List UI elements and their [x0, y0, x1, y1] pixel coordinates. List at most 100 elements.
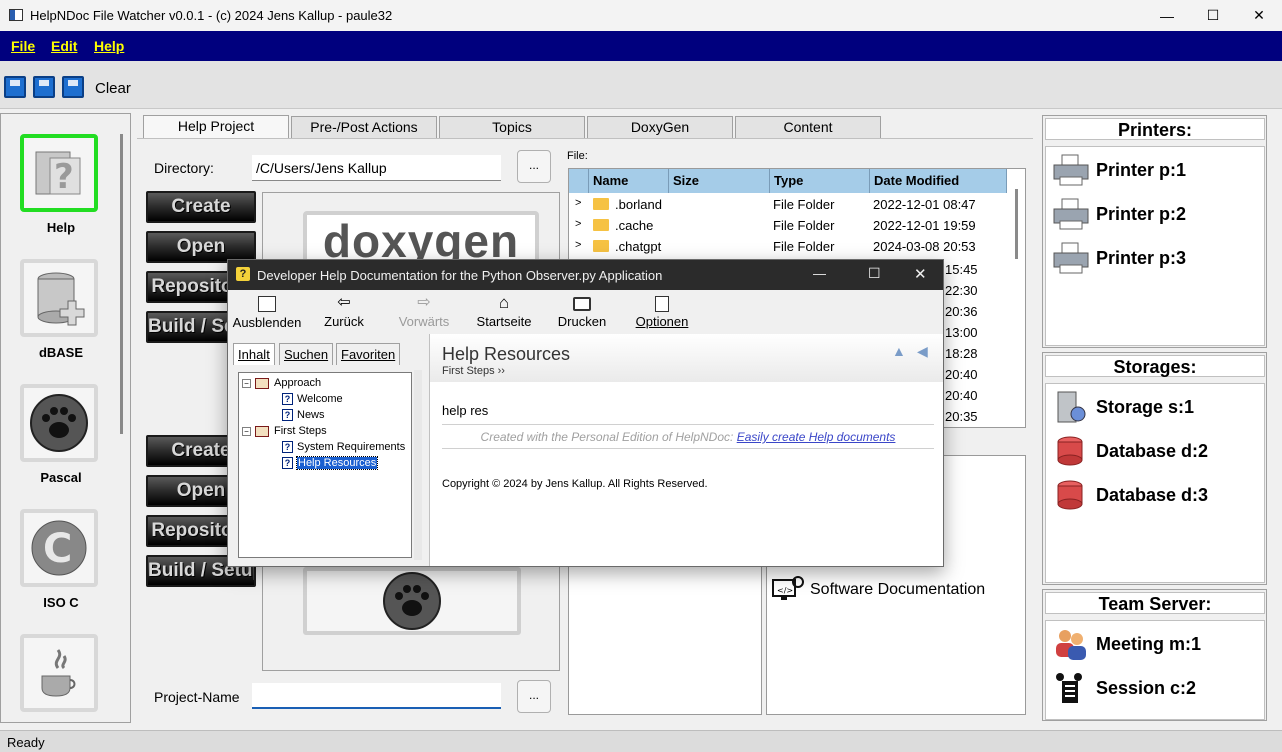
printer-item[interactable]: Printer p:2 [1052, 197, 1186, 231]
tab-contents[interactable]: Inhalt [233, 343, 275, 365]
home-icon: ⌂ [498, 293, 510, 312]
project-name-browse-button[interactable]: ... [517, 680, 551, 713]
title-bar: HelpNDoc File Watcher v0.0.1 - (c) 2024 … [0, 0, 1282, 31]
create-button-top[interactable]: Create [146, 191, 256, 223]
hide-button[interactable]: Ausblenden [230, 292, 304, 330]
database-red-icon [1057, 480, 1083, 510]
help-content: Help Resources First Steps ›› ▲ ◀ help r… [429, 334, 943, 566]
nav-up-icon[interactable]: ▲ [892, 343, 906, 359]
maximize-button[interactable]: ☐ [1190, 0, 1236, 31]
main-tabs: Help Project Pre-/Post Actions Topics Do… [0, 115, 1040, 139]
file-row[interactable]: > .chatgpt File Folder 2024-03-08 20:53 [569, 237, 1007, 258]
save-as-icon[interactable] [33, 76, 55, 98]
column-header-name[interactable]: Name [589, 169, 669, 193]
sidebar-item-dbase[interactable] [20, 259, 98, 337]
save-icon[interactable] [4, 76, 26, 98]
expand-arrow-icon[interactable]: > [575, 239, 581, 251]
help-maximize-button[interactable]: ☐ [868, 265, 881, 282]
tab-search[interactable]: Suchen [279, 343, 334, 365]
sidebar-item-isoc[interactable]: C [20, 509, 98, 587]
tab-help-project[interactable]: Help Project [143, 115, 289, 139]
tree-node-page[interactable]: ? News [282, 407, 325, 423]
file-row[interactable]: > .cache File Folder 2022-12-01 19:59 [569, 216, 1007, 237]
print-button[interactable]: Drucken [554, 292, 610, 329]
file-time: 20:40 [945, 388, 978, 403]
help-window: ? Developer Help Documentation for the P… [227, 259, 944, 567]
collapse-icon[interactable]: − [242, 378, 251, 388]
directory-browse-button[interactable]: ... [517, 150, 551, 183]
save-all-icon[interactable] [62, 76, 84, 98]
column-header-date[interactable]: Date Modified [870, 169, 1007, 193]
storages-panel: Storages: Storage s:1 Database d:2 Datab… [1042, 352, 1267, 585]
back-button[interactable]: ⇦ Zurück [314, 292, 374, 329]
help-close-button[interactable]: ✕ [914, 265, 927, 283]
sidebar-scrollbar[interactable] [120, 134, 123, 434]
menu-file[interactable]: File [11, 38, 35, 54]
expand-arrow-icon[interactable]: > [575, 218, 581, 230]
help-toolbar: Ausblenden ⇦ Zurück ⇨ Vorwärts ⌂ Startse… [228, 290, 943, 334]
printer-item[interactable]: Printer p:3 [1052, 241, 1186, 275]
right-scrollbar[interactable] [1270, 115, 1280, 721]
menu-help[interactable]: Help [94, 38, 124, 54]
help-window-title: Developer Help Documentation for the Pyt… [257, 268, 663, 283]
storages-title: Storages: [1045, 355, 1265, 377]
expand-arrow-icon[interactable]: > [575, 197, 581, 209]
sidebar-label-dbase: dBASE [38, 345, 84, 360]
software-doc-label[interactable]: Software Documentation [810, 581, 985, 599]
topic-page-icon: ? [282, 441, 293, 453]
tab-content[interactable]: Content [735, 116, 881, 138]
directory-input[interactable] [252, 155, 501, 181]
menu-edit[interactable]: Edit [51, 38, 77, 54]
tree-node-page[interactable]: ? System Requirements [282, 439, 405, 455]
clear-button[interactable]: Clear [95, 80, 131, 97]
storage-item[interactable]: Database d:3 [1052, 478, 1208, 512]
tab-doxygen[interactable]: DoxyGen [587, 116, 733, 138]
printer-label: Printer p:1 [1096, 159, 1187, 180]
arrow-left-icon: ⇦ [337, 294, 351, 311]
close-button[interactable]: ✕ [1236, 0, 1282, 31]
storage-item[interactable]: Database d:2 [1052, 434, 1208, 468]
team-item[interactable]: Session c:2 [1052, 671, 1196, 705]
help-breadcrumb[interactable]: First Steps ›› [442, 365, 505, 377]
help-minimize-button[interactable]: — [813, 266, 826, 281]
help-copyright: Copyright © 2024 by Jens Kallup. All Rig… [442, 478, 708, 490]
tree-node-book[interactable]: − First Steps [242, 423, 327, 439]
file-date: 2024-03-08 20:53 [873, 239, 976, 254]
hide-pane-icon [258, 296, 276, 312]
column-header-type[interactable]: Type [770, 169, 870, 193]
collapse-icon[interactable]: − [242, 426, 251, 436]
options-button[interactable]: Optionen [630, 292, 694, 329]
sidebar-label-pascal: Pascal [40, 470, 82, 485]
app-icon [9, 9, 23, 21]
tree-node-page-selected[interactable]: ? Help Resources [282, 455, 379, 471]
tree-node-page[interactable]: ? Welcome [282, 391, 343, 407]
team-item[interactable]: Meeting m:1 [1052, 627, 1201, 661]
printer-icon [1053, 154, 1089, 186]
tab-pre-post-actions[interactable]: Pre-/Post Actions [291, 116, 437, 138]
tree-scrollbar[interactable] [414, 370, 422, 560]
sidebar-item-pascal[interactable] [20, 384, 98, 462]
minimize-button[interactable]: — [1144, 0, 1190, 31]
sidebar-item-help[interactable]: ? [20, 134, 98, 212]
help-tree: − Approach ? Welcome ? News − First Step… [238, 372, 412, 558]
file-time: 13:00 [945, 325, 978, 340]
nav-prev-icon[interactable]: ◀ [917, 343, 928, 360]
tree-node-book[interactable]: − Approach [242, 375, 321, 391]
help-icon: ? [35, 151, 81, 197]
tab-topics[interactable]: Topics [439, 116, 585, 138]
footer-link[interactable]: Easily create Help documents [737, 430, 896, 444]
tree-label: System Requirements [297, 441, 406, 453]
tree-label: Welcome [297, 393, 343, 405]
file-time: 20:35 [945, 409, 978, 424]
file-row[interactable]: > .borland File Folder 2022-12-01 08:47 [569, 195, 1007, 216]
home-button[interactable]: ⌂ Startseite [472, 292, 536, 329]
printer-item[interactable]: Printer p:1 [1052, 153, 1186, 187]
storage-item[interactable]: Storage s:1 [1052, 390, 1194, 424]
project-name-input[interactable] [252, 683, 501, 709]
sidebar-item-java[interactable] [20, 634, 98, 712]
forward-button: ⇨ Vorwärts [392, 292, 456, 329]
tab-favorites[interactable]: Favoriten [336, 343, 401, 365]
column-header-size[interactable]: Size [669, 169, 770, 193]
file-list-scrollbar[interactable] [1015, 189, 1018, 259]
pascal-logo-box[interactable] [303, 567, 521, 635]
